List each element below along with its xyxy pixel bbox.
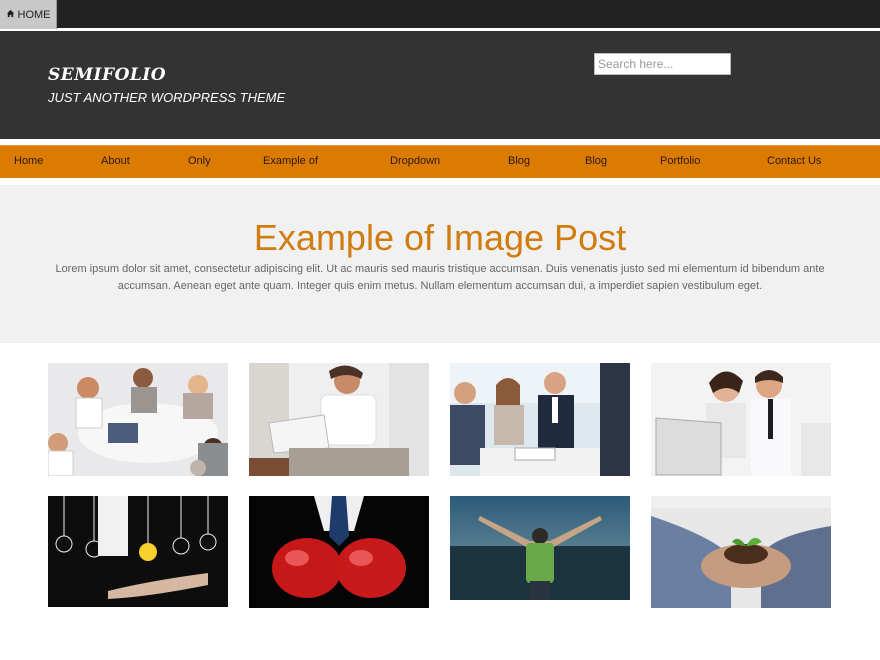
- nav-item-blog-2[interactable]: Blog: [585, 155, 607, 167]
- gallery-image-hands-plant[interactable]: [651, 496, 831, 608]
- gallery-image-man-with-laptop[interactable]: [249, 363, 429, 476]
- home-icon: [6, 9, 15, 21]
- gallery-image-couple-laptop[interactable]: [651, 363, 831, 476]
- gallery-image-business-meeting[interactable]: [48, 363, 228, 476]
- site-header: SEMIFOLIO JUST ANOTHER WORDPRESS THEME: [0, 31, 880, 139]
- nav-item-contact-us[interactable]: Contact Us: [767, 155, 821, 167]
- main-nav: Home About Only Example of Dropdown Blog…: [0, 145, 880, 178]
- home-tab[interactable]: HOME: [0, 0, 57, 29]
- nav-item-portfolio[interactable]: Portfolio: [660, 155, 700, 167]
- admin-top-bar: [0, 0, 880, 28]
- nav-item-only[interactable]: Only: [188, 155, 211, 167]
- search-input[interactable]: [594, 53, 731, 75]
- nav-item-dropdown[interactable]: Dropdown: [390, 155, 440, 167]
- nav-item-about[interactable]: About: [101, 155, 130, 167]
- gallery-image-man-celebrating[interactable]: [450, 496, 630, 600]
- post-hero: Example of Image Post Lorem ipsum dolor …: [0, 185, 880, 343]
- post-title: Example of Image Post: [253, 217, 627, 258]
- gallery-image-lightbulbs[interactable]: [48, 496, 228, 607]
- gallery-image-boxing-gloves[interactable]: [249, 496, 429, 608]
- site-tagline: JUST ANOTHER WORDPRESS THEME: [48, 90, 286, 105]
- site-title[interactable]: SEMIFOLIO: [48, 65, 166, 85]
- nav-item-blog[interactable]: Blog: [508, 155, 530, 167]
- nav-item-example-of[interactable]: Example of: [263, 155, 318, 167]
- nav-item-home[interactable]: Home: [14, 155, 43, 167]
- post-excerpt: Lorem ipsum dolor sit amet, consectetur …: [55, 263, 825, 292]
- home-tab-label: HOME: [17, 8, 51, 21]
- gallery-image-office-team[interactable]: [450, 363, 630, 476]
